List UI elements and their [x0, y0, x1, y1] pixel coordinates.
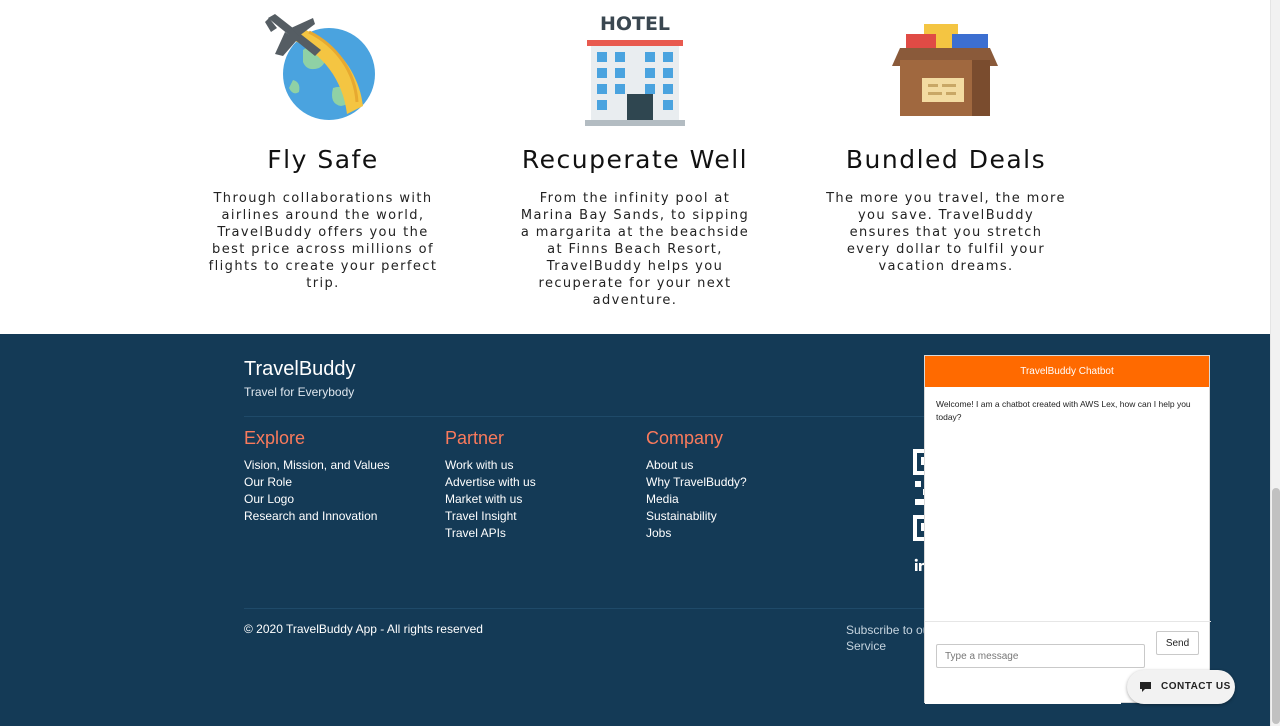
contact-us-button[interactable]: CONTACT US	[1127, 670, 1235, 704]
footer-column-explore: Explore Vision, Mission, and Values Our …	[244, 428, 390, 525]
hotel-sign: HOTEL	[600, 13, 670, 35]
airplane-globe-icon	[265, 14, 375, 120]
chatbot-window: TravelBuddy Chatbot Welcome! I am a chat…	[924, 355, 1211, 704]
footer-link[interactable]: Work with us	[445, 457, 536, 474]
feature-description: From the infinity pool at Marina Bay San…	[520, 191, 750, 308]
footer-link[interactable]: Sustainability	[646, 508, 747, 525]
column-heading: Explore	[244, 428, 306, 448]
package-box-icon	[892, 24, 998, 116]
footer-link[interactable]: About us	[646, 457, 747, 474]
page-scrollbar[interactable]	[1270, 0, 1280, 726]
scrollbar-thumb[interactable]	[1272, 488, 1280, 724]
footer-link[interactable]: Travel APIs	[445, 525, 536, 542]
footer-brand[interactable]: TravelBuddy	[244, 358, 356, 381]
contact-us-label: CONTACT US	[1161, 681, 1231, 692]
footer-link[interactable]: Jobs	[646, 525, 747, 542]
footer-link[interactable]: Research and Innovation	[244, 508, 390, 525]
feature-description: Through collaborations with airlines aro…	[208, 191, 438, 291]
chatbot-title: TravelBuddy Chatbot	[925, 356, 1209, 387]
chatbot-welcome-message: Welcome! I am a chatbot created with AWS…	[936, 399, 1191, 422]
footer-link[interactable]: Travel Insight	[445, 508, 536, 525]
feature-title: Fly Safe	[267, 145, 379, 174]
column-heading: Partner	[445, 428, 505, 448]
feature-title: Bundled Deals	[845, 145, 1047, 174]
footer-link[interactable]: Why TravelBuddy?	[646, 474, 747, 491]
features-section: Fly Safe Through collaborations with air…	[0, 0, 1270, 334]
feature-description: The more you travel, the more you save. …	[826, 191, 1066, 274]
column-heading: Company	[646, 428, 724, 448]
footer-link[interactable]: Our Logo	[244, 491, 390, 508]
copyright-text: © 2020 TravelBuddy App - All rights rese…	[244, 622, 483, 636]
footer-link[interactable]: Vision, Mission, and Values	[244, 457, 390, 474]
send-button[interactable]: Send	[1156, 631, 1199, 655]
footer-link[interactable]: Advertise with us	[445, 474, 536, 491]
chatbot-footer	[925, 687, 1121, 704]
hotel-icon: HOTEL	[585, 13, 685, 126]
message-input[interactable]	[936, 644, 1145, 668]
footer-tagline: Travel for Everybody	[244, 385, 355, 399]
footer-column-partner: Partner Work with us Advertise with us M…	[445, 428, 536, 542]
footer-link[interactable]: Our Role	[244, 474, 390, 491]
feature-title: Recuperate Well	[521, 145, 749, 174]
chat-bubble-icon	[1140, 682, 1151, 692]
footer-link[interactable]: Market with us	[445, 491, 536, 508]
subscribe-link[interactable]: Subscribe to ou	[846, 622, 929, 639]
service-link[interactable]: Service	[846, 639, 886, 653]
footer-link[interactable]: Media	[646, 491, 747, 508]
footer-column-company: Company About us Why TravelBuddy? Media …	[646, 428, 747, 542]
